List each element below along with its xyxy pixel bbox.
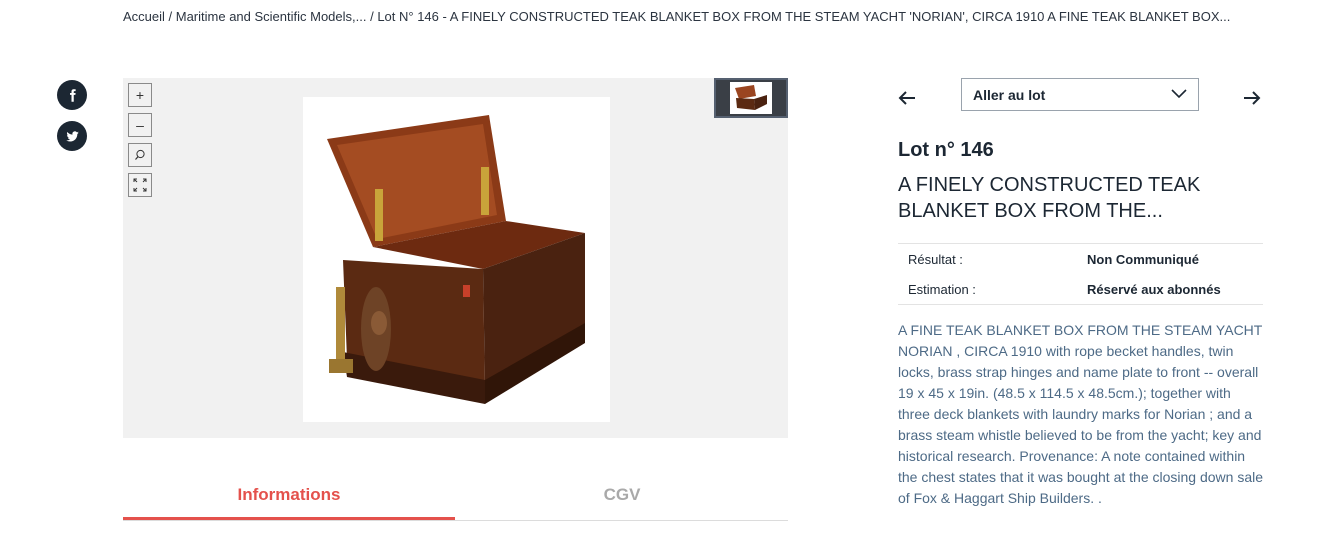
twitter-share-button[interactable]: [57, 121, 87, 151]
chevron-down-icon: [1170, 87, 1188, 101]
zoom-in-button[interactable]: +: [128, 83, 152, 107]
lot-tabs: Informations CGV: [123, 478, 788, 521]
fullscreen-button[interactable]: [128, 173, 152, 197]
previous-lot-button[interactable]: [895, 86, 919, 110]
go-to-lot-select[interactable]: Aller au lot: [961, 78, 1199, 111]
facebook-icon: [69, 88, 76, 102]
tab-cgv[interactable]: CGV: [456, 478, 788, 518]
breadcrumb[interactable]: Accueil / Maritime and Scientific Models…: [123, 6, 1263, 28]
lot-title: A FINELY CONSTRUCTED TEAK BLANKET BOX FR…: [898, 174, 1201, 222]
thumbnail-image-wrapper: [730, 82, 772, 114]
tab-informations[interactable]: Informations: [123, 478, 455, 520]
thumbnail-1[interactable]: [714, 78, 788, 118]
magnifier-icon: [135, 149, 145, 160]
zoom-out-button[interactable]: –: [128, 113, 152, 137]
result-label: Résultat :: [908, 252, 963, 267]
lot-details-table: Résultat : Non Communiqué Estimation : R…: [898, 243, 1263, 305]
minus-icon: –: [136, 117, 144, 133]
blanket-box-thumbnail: [735, 85, 767, 110]
lot-description: A FINE TEAK BLANKET BOX FROM THE STEAM Y…: [898, 322, 1263, 506]
arrow-left-icon: [898, 91, 915, 105]
lot-main-image[interactable]: [303, 97, 610, 422]
image-viewer[interactable]: + –: [123, 78, 788, 438]
go-to-lot-label: Aller au lot: [973, 86, 1046, 103]
result-value: Non Communiqué: [1087, 252, 1199, 267]
facebook-share-button[interactable]: [57, 80, 87, 110]
zoom-search-button[interactable]: [128, 143, 152, 167]
lot-number: Lot n° 146: [898, 139, 994, 161]
next-lot-button[interactable]: [1240, 86, 1264, 110]
result-row: Résultat : Non Communiqué: [898, 244, 1263, 274]
arrow-right-icon: [1244, 91, 1261, 105]
estimate-label: Estimation :: [908, 282, 976, 297]
blanket-box-image: [327, 115, 585, 404]
estimate-row: Estimation : Réservé aux abonnés: [898, 274, 1263, 304]
plus-icon: +: [135, 87, 145, 103]
twitter-icon: [65, 130, 79, 141]
expand-icon: [133, 178, 147, 192]
estimate-value: Réservé aux abonnés: [1087, 282, 1221, 297]
breadcrumb-text[interactable]: Accueil / Maritime and Scientific Models…: [123, 9, 1230, 24]
